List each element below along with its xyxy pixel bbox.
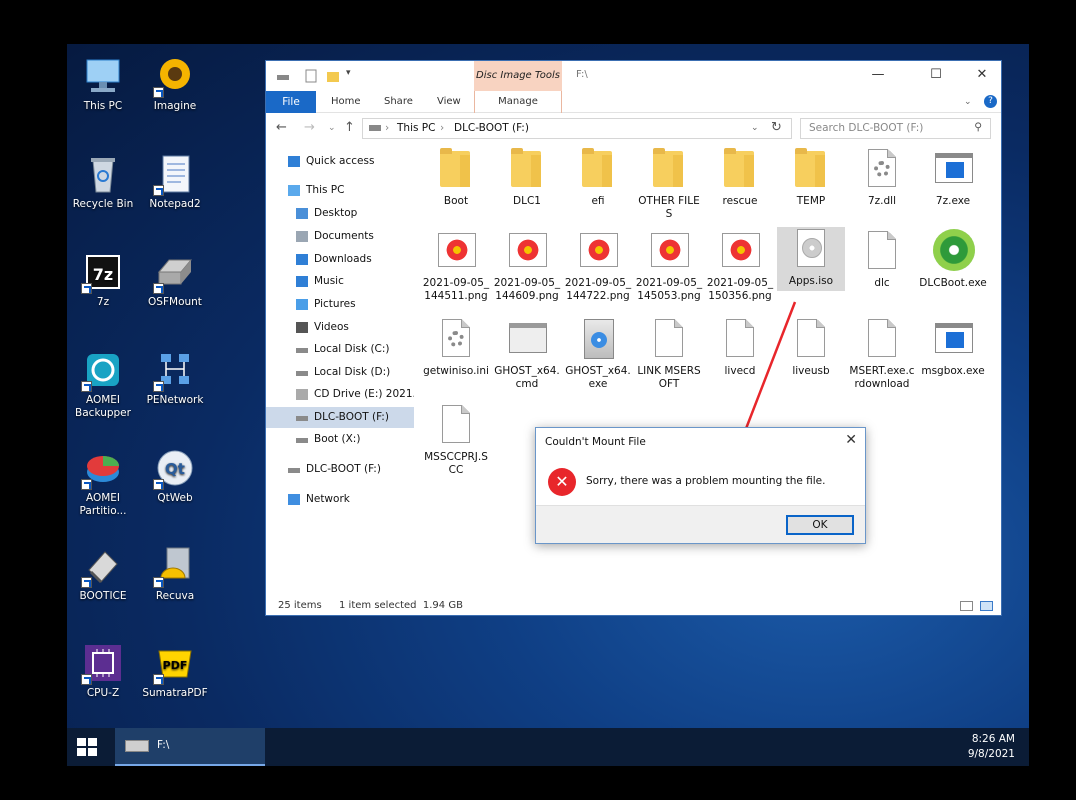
- red-annotation-arrow: [735, 301, 797, 451]
- dialog-title: Couldn't Mount File: [545, 436, 646, 448]
- system-clock[interactable]: 8:26 AM 9/8/2021: [968, 732, 1015, 762]
- windows-start-icon[interactable]: [77, 738, 97, 756]
- taskbar: F:\ 8:26 AM 9/8/2021: [67, 728, 1029, 766]
- error-icon: ✕: [548, 468, 576, 496]
- clock-date: 9/8/2021: [967, 748, 1015, 760]
- error-dialog: Couldn't Mount File ✕ ✕ Sorry, there was…: [535, 427, 866, 544]
- clock-time: 8:26 AM: [971, 733, 1015, 745]
- dialog-message: Sorry, there was a problem mounting the …: [586, 475, 826, 487]
- taskbar-item-explorer[interactable]: F:\: [115, 728, 265, 766]
- taskbar-item-label: F:\: [157, 739, 170, 751]
- dialog-close-icon[interactable]: ✕: [845, 432, 857, 448]
- drive-icon: [125, 740, 149, 752]
- desktop: This PC Imagine Recycle Bin Notepad2 7z …: [67, 44, 1029, 766]
- dialog-footer: OK: [536, 505, 865, 543]
- ok-button[interactable]: OK: [786, 515, 854, 535]
